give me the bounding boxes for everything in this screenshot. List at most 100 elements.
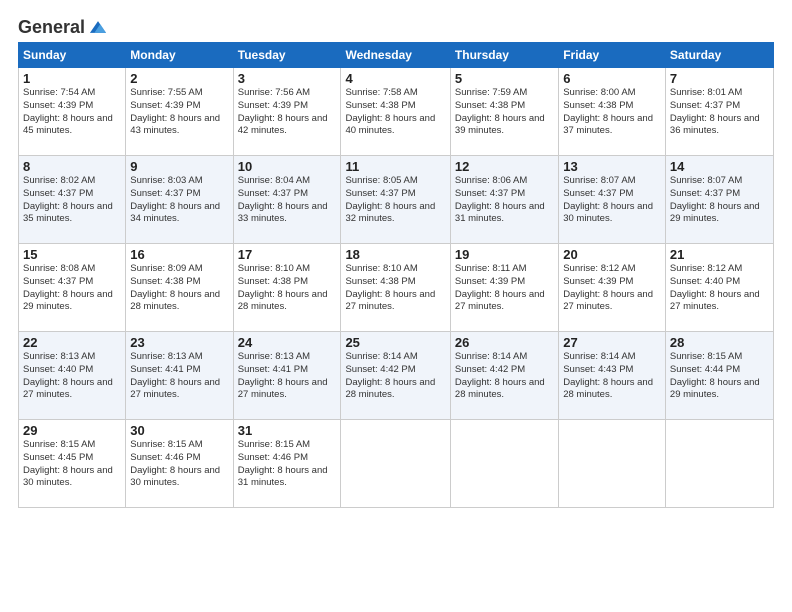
day-info: Sunrise: 8:10 AMSunset: 4:38 PMDaylight:… — [345, 263, 435, 312]
day-info: Sunrise: 8:08 AMSunset: 4:37 PMDaylight:… — [23, 263, 113, 312]
logo-general-text: General — [18, 17, 85, 38]
day-info: Sunrise: 8:01 AMSunset: 4:37 PMDaylight:… — [670, 87, 760, 136]
weekday-sunday: Sunday — [19, 43, 126, 68]
day-cell: 15 Sunrise: 8:08 AMSunset: 4:37 PMDaylig… — [19, 244, 126, 332]
day-info: Sunrise: 8:09 AMSunset: 4:38 PMDaylight:… — [130, 263, 220, 312]
day-cell: 8 Sunrise: 8:02 AMSunset: 4:37 PMDayligh… — [19, 156, 126, 244]
day-number: 25 — [345, 335, 445, 350]
day-info: Sunrise: 7:54 AMSunset: 4:39 PMDaylight:… — [23, 87, 113, 136]
day-number: 2 — [130, 71, 228, 86]
day-info: Sunrise: 8:12 AMSunset: 4:40 PMDaylight:… — [670, 263, 760, 312]
day-cell: 25 Sunrise: 8:14 AMSunset: 4:42 PMDaylig… — [341, 332, 450, 420]
day-number: 17 — [238, 247, 337, 262]
day-info: Sunrise: 8:12 AMSunset: 4:39 PMDaylight:… — [563, 263, 653, 312]
day-number: 13 — [563, 159, 661, 174]
day-info: Sunrise: 8:11 AMSunset: 4:39 PMDaylight:… — [455, 263, 545, 312]
day-info: Sunrise: 8:15 AMSunset: 4:44 PMDaylight:… — [670, 351, 760, 400]
day-cell: 13 Sunrise: 8:07 AMSunset: 4:37 PMDaylig… — [559, 156, 666, 244]
day-cell: 26 Sunrise: 8:14 AMSunset: 4:42 PMDaylig… — [450, 332, 558, 420]
weekday-friday: Friday — [559, 43, 666, 68]
day-cell: 18 Sunrise: 8:10 AMSunset: 4:38 PMDaylig… — [341, 244, 450, 332]
day-cell: 29 Sunrise: 8:15 AMSunset: 4:45 PMDaylig… — [19, 420, 126, 508]
day-info: Sunrise: 7:56 AMSunset: 4:39 PMDaylight:… — [238, 87, 328, 136]
day-info: Sunrise: 8:13 AMSunset: 4:41 PMDaylight:… — [130, 351, 220, 400]
day-cell: 19 Sunrise: 8:11 AMSunset: 4:39 PMDaylig… — [450, 244, 558, 332]
day-cell: 14 Sunrise: 8:07 AMSunset: 4:37 PMDaylig… — [665, 156, 773, 244]
day-info: Sunrise: 8:13 AMSunset: 4:40 PMDaylight:… — [23, 351, 113, 400]
day-cell — [341, 420, 450, 508]
day-cell: 10 Sunrise: 8:04 AMSunset: 4:37 PMDaylig… — [233, 156, 341, 244]
day-number: 18 — [345, 247, 445, 262]
day-info: Sunrise: 8:14 AMSunset: 4:42 PMDaylight:… — [345, 351, 435, 400]
day-number: 5 — [455, 71, 554, 86]
day-number: 28 — [670, 335, 769, 350]
day-number: 14 — [670, 159, 769, 174]
day-cell: 7 Sunrise: 8:01 AMSunset: 4:37 PMDayligh… — [665, 68, 773, 156]
day-info: Sunrise: 8:10 AMSunset: 4:38 PMDaylight:… — [238, 263, 328, 312]
week-row-2: 8 Sunrise: 8:02 AMSunset: 4:37 PMDayligh… — [19, 156, 774, 244]
page: General SundayMondayTuesdayWednesdayThur… — [0, 0, 792, 612]
day-cell: 9 Sunrise: 8:03 AMSunset: 4:37 PMDayligh… — [126, 156, 233, 244]
day-info: Sunrise: 8:15 AMSunset: 4:46 PMDaylight:… — [238, 439, 328, 488]
calendar-table: SundayMondayTuesdayWednesdayThursdayFrid… — [18, 42, 774, 508]
day-cell: 27 Sunrise: 8:14 AMSunset: 4:43 PMDaylig… — [559, 332, 666, 420]
day-info: Sunrise: 8:13 AMSunset: 4:41 PMDaylight:… — [238, 351, 328, 400]
day-cell — [559, 420, 666, 508]
weekday-wednesday: Wednesday — [341, 43, 450, 68]
day-number: 29 — [23, 423, 121, 438]
day-number: 19 — [455, 247, 554, 262]
day-cell: 23 Sunrise: 8:13 AMSunset: 4:41 PMDaylig… — [126, 332, 233, 420]
day-number: 31 — [238, 423, 337, 438]
day-number: 3 — [238, 71, 337, 86]
week-row-3: 15 Sunrise: 8:08 AMSunset: 4:37 PMDaylig… — [19, 244, 774, 332]
day-number: 15 — [23, 247, 121, 262]
day-info: Sunrise: 8:02 AMSunset: 4:37 PMDaylight:… — [23, 175, 113, 224]
header: General — [18, 16, 774, 34]
day-info: Sunrise: 8:04 AMSunset: 4:37 PMDaylight:… — [238, 175, 328, 224]
day-cell: 12 Sunrise: 8:06 AMSunset: 4:37 PMDaylig… — [450, 156, 558, 244]
day-cell: 17 Sunrise: 8:10 AMSunset: 4:38 PMDaylig… — [233, 244, 341, 332]
day-number: 26 — [455, 335, 554, 350]
day-cell: 5 Sunrise: 7:59 AMSunset: 4:38 PMDayligh… — [450, 68, 558, 156]
day-number: 1 — [23, 71, 121, 86]
day-number: 30 — [130, 423, 228, 438]
day-number: 16 — [130, 247, 228, 262]
day-cell: 30 Sunrise: 8:15 AMSunset: 4:46 PMDaylig… — [126, 420, 233, 508]
day-cell: 20 Sunrise: 8:12 AMSunset: 4:39 PMDaylig… — [559, 244, 666, 332]
weekday-tuesday: Tuesday — [233, 43, 341, 68]
day-info: Sunrise: 7:58 AMSunset: 4:38 PMDaylight:… — [345, 87, 435, 136]
day-number: 11 — [345, 159, 445, 174]
weekday-header-row: SundayMondayTuesdayWednesdayThursdayFrid… — [19, 43, 774, 68]
day-number: 27 — [563, 335, 661, 350]
day-info: Sunrise: 8:15 AMSunset: 4:46 PMDaylight:… — [130, 439, 220, 488]
day-info: Sunrise: 8:07 AMSunset: 4:37 PMDaylight:… — [670, 175, 760, 224]
logo: General — [18, 16, 109, 34]
day-cell: 4 Sunrise: 7:58 AMSunset: 4:38 PMDayligh… — [341, 68, 450, 156]
week-row-5: 29 Sunrise: 8:15 AMSunset: 4:45 PMDaylig… — [19, 420, 774, 508]
day-number: 10 — [238, 159, 337, 174]
week-row-1: 1 Sunrise: 7:54 AMSunset: 4:39 PMDayligh… — [19, 68, 774, 156]
day-cell: 2 Sunrise: 7:55 AMSunset: 4:39 PMDayligh… — [126, 68, 233, 156]
day-cell: 22 Sunrise: 8:13 AMSunset: 4:40 PMDaylig… — [19, 332, 126, 420]
day-info: Sunrise: 7:59 AMSunset: 4:38 PMDaylight:… — [455, 87, 545, 136]
day-number: 12 — [455, 159, 554, 174]
weekday-thursday: Thursday — [450, 43, 558, 68]
day-info: Sunrise: 8:15 AMSunset: 4:45 PMDaylight:… — [23, 439, 113, 488]
week-row-4: 22 Sunrise: 8:13 AMSunset: 4:40 PMDaylig… — [19, 332, 774, 420]
day-info: Sunrise: 8:06 AMSunset: 4:37 PMDaylight:… — [455, 175, 545, 224]
day-cell: 24 Sunrise: 8:13 AMSunset: 4:41 PMDaylig… — [233, 332, 341, 420]
day-cell — [665, 420, 773, 508]
day-info: Sunrise: 8:03 AMSunset: 4:37 PMDaylight:… — [130, 175, 220, 224]
day-number: 4 — [345, 71, 445, 86]
day-number: 6 — [563, 71, 661, 86]
day-info: Sunrise: 8:14 AMSunset: 4:42 PMDaylight:… — [455, 351, 545, 400]
day-number: 24 — [238, 335, 337, 350]
day-number: 21 — [670, 247, 769, 262]
day-info: Sunrise: 8:00 AMSunset: 4:38 PMDaylight:… — [563, 87, 653, 136]
day-cell: 6 Sunrise: 8:00 AMSunset: 4:38 PMDayligh… — [559, 68, 666, 156]
logo-icon — [87, 16, 109, 38]
day-cell: 16 Sunrise: 8:09 AMSunset: 4:38 PMDaylig… — [126, 244, 233, 332]
day-info: Sunrise: 8:07 AMSunset: 4:37 PMDaylight:… — [563, 175, 653, 224]
day-info: Sunrise: 8:14 AMSunset: 4:43 PMDaylight:… — [563, 351, 653, 400]
day-cell: 31 Sunrise: 8:15 AMSunset: 4:46 PMDaylig… — [233, 420, 341, 508]
